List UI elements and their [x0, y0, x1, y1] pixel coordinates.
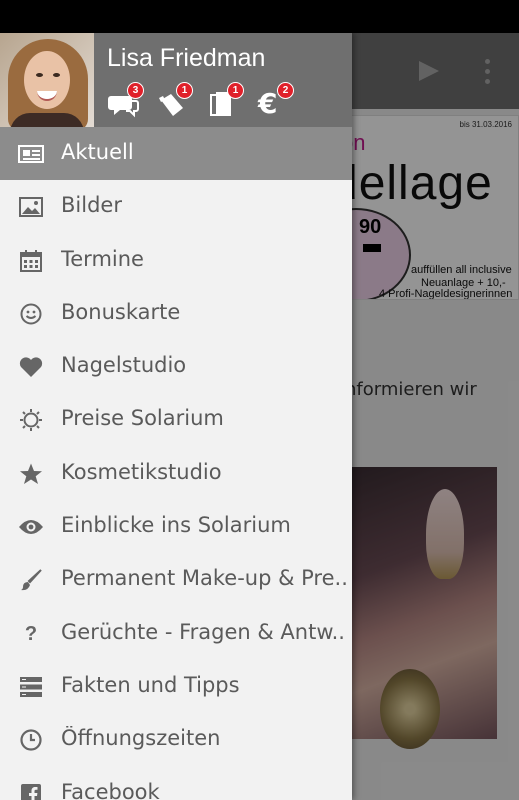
documents-icon[interactable]: 1 — [208, 82, 244, 118]
drawer-item-nagelstudio[interactable]: Nagelstudio — [0, 340, 352, 393]
drawer-item-label: Facebook — [61, 779, 160, 800]
facebook-icon — [18, 781, 44, 800]
smiley-icon — [18, 301, 44, 327]
notification-badge: 1 — [227, 82, 244, 99]
drawer-item-oeffnungszeiten[interactable]: Öffnungszeiten — [0, 713, 352, 766]
drawer-item-facebook[interactable]: Facebook — [0, 767, 352, 800]
list-icon — [18, 674, 44, 700]
user-name: Lisa Friedman — [107, 44, 266, 72]
notification-badge: 1 — [176, 82, 193, 99]
image-icon — [18, 194, 44, 220]
drawer-item-fakten-tipps[interactable]: Fakten und Tipps — [0, 660, 352, 713]
drawer-item-label: Einblicke ins Solarium — [61, 513, 291, 538]
chat-bubbles-icon[interactable]: 3 — [108, 82, 144, 118]
drawer-item-label: Fakten und Tipps — [61, 672, 240, 697]
sun-icon — [18, 407, 44, 433]
drawer-item-preise-solarium[interactable]: Preise Solarium — [0, 393, 352, 446]
star-icon — [18, 461, 44, 487]
notification-badge: 3 — [127, 82, 144, 99]
drawer-item-label: Gerüchte - Fragen & Antw... — [61, 619, 346, 644]
clock-icon — [18, 727, 44, 753]
eye-icon — [18, 514, 44, 540]
drawer-item-label: Preise Solarium — [61, 406, 224, 431]
status-bar — [0, 0, 519, 33]
coupon-tag-icon[interactable]: 1 — [157, 82, 193, 118]
notification-badge: 2 — [277, 82, 294, 99]
drawer-item-permanent-makeup[interactable]: Permanent Make-up & Pre... — [0, 553, 352, 606]
drawer-item-bonuskarte[interactable]: Bonuskarte — [0, 287, 352, 340]
euro-icon[interactable]: € 2 — [258, 82, 294, 118]
drawer-header: Lisa Friedman 3 1 1 € 2 — [0, 33, 352, 127]
drawer-item-label: Öffnungszeiten — [61, 726, 221, 751]
navigation-drawer: Lisa Friedman 3 1 1 € 2 Aktuell Bilder T… — [0, 33, 352, 800]
drawer-item-kosmetikstudio[interactable]: Kosmetikstudio — [0, 447, 352, 500]
drawer-item-termine[interactable]: Termine — [0, 234, 352, 287]
drawer-item-label: Bilder — [61, 193, 122, 218]
drawer-item-label: Aktuell — [61, 140, 134, 164]
avatar[interactable] — [0, 33, 94, 127]
drawer-item-label: Permanent Make-up & Pre... — [61, 566, 346, 591]
newspaper-icon — [18, 141, 44, 167]
drawer-item-label: Termine — [61, 246, 144, 271]
drawer-item-aktuell[interactable]: Aktuell — [0, 127, 352, 181]
heart-icon — [18, 354, 44, 380]
brush-icon — [18, 567, 44, 593]
drawer-item-einblicke-solarium[interactable]: Einblicke ins Solarium — [0, 500, 352, 553]
drawer-item-label: Nagelstudio — [61, 353, 187, 378]
calendar-icon — [18, 248, 44, 274]
drawer-item-bilder[interactable]: Bilder — [0, 180, 352, 233]
question-icon: ? — [24, 622, 38, 645]
drawer-item-label: Kosmetikstudio — [61, 459, 222, 484]
drawer-item-label: Bonuskarte — [61, 299, 181, 324]
drawer-item-geruechte[interactable]: ? Gerüchte - Fragen & Antw... — [0, 607, 352, 660]
drawer-menu: Aktuell Bilder Termine Bonuskarte Nagels… — [0, 127, 352, 800]
